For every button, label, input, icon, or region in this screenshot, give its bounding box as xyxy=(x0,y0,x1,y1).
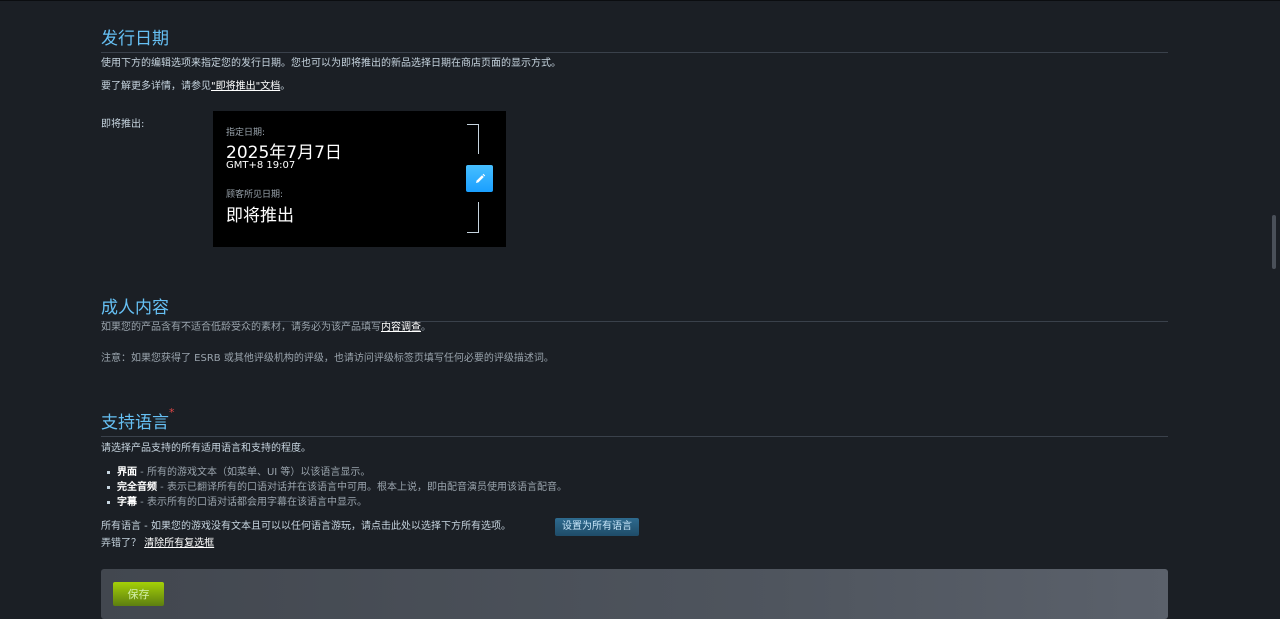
required-asterisk: * xyxy=(169,406,175,419)
language-support-levels-list: 界面 - 所有的游戏文本（如菜单、UI 等）以该语言显示。 完全音频 - 表示已… xyxy=(105,465,567,510)
term-full-audio: 完全音频 xyxy=(117,482,157,493)
adult-content-note: 注意：如果您获得了 ESRB 或其他评级机构的评级，也请访问评级标签页填写任何必… xyxy=(101,353,554,364)
release-more-suffix: 。 xyxy=(280,81,291,92)
desc-subtitles: - 表示所有的口语对话都会用字幕在该语言中显示。 xyxy=(137,497,367,508)
save-button[interactable]: 保存 xyxy=(113,582,164,606)
release-date-title: 发行日期 xyxy=(101,24,1168,53)
release-more-info: 要了解更多详情，请参见"即将推出"文档。 xyxy=(101,80,290,94)
adult-content-title: 成人内容 xyxy=(101,293,1168,322)
save-bar: 保存 xyxy=(101,569,1168,619)
term-subtitles: 字幕 xyxy=(117,497,137,508)
set-all-languages-button[interactable]: 设置为所有语言 xyxy=(555,518,639,536)
mistake-prefix: 弄错了？ xyxy=(101,538,141,549)
list-item-interface: 界面 - 所有的游戏文本（如菜单、UI 等）以该语言显示。 xyxy=(105,465,567,480)
coming-soon-docs-link[interactable]: "即将推出"文档 xyxy=(211,81,280,92)
bracket-bottom-divider xyxy=(467,202,479,233)
adult-content-description: 如果您的产品含有不适合低龄受众的素材，请务必为该产品填写内容调查。 xyxy=(101,321,431,335)
content-survey-link[interactable]: 内容调查 xyxy=(381,322,421,333)
customer-visible-date-value: 即将推出 xyxy=(226,206,294,226)
languages-intro: 请选择产品支持的所有适用语言和支持的程度。 xyxy=(101,443,311,454)
customer-visible-date-label: 顾客所见日期: xyxy=(226,190,284,200)
term-interface: 界面 xyxy=(117,467,137,478)
desc-full-audio: - 表示已翻译所有的口语对话并在该语言中可用。根本上说，即由配音演员使用该语言配… xyxy=(157,482,567,493)
release-date-box: 指定日期: 2025年7月7日 GMT+8 19:07 顾客所见日期: 即将推出 xyxy=(213,111,506,247)
page: 发行日期 使用下方的编辑选项来指定您的发行日期。您也可以为即将推出的新品选择日期… xyxy=(0,0,1280,619)
adult-desc-prefix: 如果您的产品含有不适合低龄受众的素材，请务必为该产品填写 xyxy=(101,322,381,333)
adult-content-section: 成人内容 如果您的产品含有不适合低龄受众的素材，请务必为该产品填写内容调查。 注… xyxy=(101,293,1168,364)
supported-languages-title: 支持语言* xyxy=(101,406,1168,437)
release-date-description: 使用下方的编辑选项来指定您的发行日期。您也可以为即将推出的新品选择日期在商店页面… xyxy=(101,58,561,69)
list-item-full-audio: 完全音频 - 表示已翻译所有的口语对话并在该语言中可用。根本上说，即由配音演员使… xyxy=(105,480,567,495)
release-date-section: 发行日期 使用下方的编辑选项来指定您的发行日期。您也可以为即将推出的新品选择日期… xyxy=(101,24,1168,247)
languages-title-text: 支持语言 xyxy=(101,413,169,433)
specified-time-value: GMT+8 19:07 xyxy=(226,160,296,171)
list-item-subtitles: 字幕 - 表示所有的口语对话都会用字幕在该语言中显示。 xyxy=(105,495,567,510)
all-languages-text: 所有语言 - 如果您的游戏没有文本且可以以任何语言游玩，请点击此处以选择下方所有… xyxy=(101,521,511,532)
coming-soon-label: 即将推出: xyxy=(101,119,145,130)
supported-languages-section: 支持语言* 请选择产品支持的所有适用语言和支持的程度。 界面 - 所有的游戏文本… xyxy=(101,406,1168,549)
edit-release-date-button[interactable] xyxy=(466,165,493,192)
adult-desc-suffix: 。 xyxy=(421,322,431,333)
clear-all-checkboxes-link[interactable]: 清除所有复选框 xyxy=(144,538,214,549)
mistake-line: 弄错了？ 清除所有复选框 xyxy=(101,537,214,551)
release-more-prefix: 要了解更多详情，请参见 xyxy=(101,81,211,92)
scrollbar-thumb[interactable] xyxy=(1272,215,1276,269)
top-border xyxy=(0,0,1280,1)
pencil-icon xyxy=(475,173,485,183)
specified-date-label: 指定日期: xyxy=(226,128,266,138)
bracket-top-divider xyxy=(467,124,479,154)
desc-interface: - 所有的游戏文本（如菜单、UI 等）以该语言显示。 xyxy=(137,467,371,478)
